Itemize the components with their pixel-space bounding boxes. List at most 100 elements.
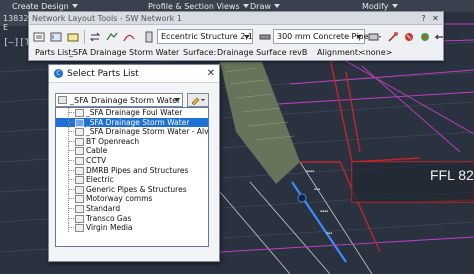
parts-list-icon <box>75 128 84 137</box>
parts-list-option-label: _SFA Drainage Storm Water <box>86 117 190 127</box>
pipe-dropdown-value: 300 mm Concrete Pipe <box>277 32 369 41</box>
parts-list-option[interactable]: Motorway comms <box>56 194 208 204</box>
parts-list-option[interactable]: Generic Pipes & Structures <box>56 184 208 195</box>
select-parts-list-icon[interactable] <box>65 29 81 45</box>
dialog-close-button[interactable]: ✕ <box>207 68 215 79</box>
parts-list-option-label: _SFA Drainage Foul Water <box>86 108 183 117</box>
ribbon-tab-modify[interactable]: Modify <box>362 2 398 11</box>
surface-value[interactable]: Drainage Surface revB <box>217 48 307 57</box>
structure-dropdown-value: Eccentric Structure 2,1 <box>161 32 253 41</box>
tree-connector <box>68 198 74 200</box>
parts-list-option-label: _SFA Drainage Storm Water - Alvaro <box>86 127 209 137</box>
parts-list-icon <box>75 224 84 233</box>
ribbon-tab-label: Draw <box>250 1 271 11</box>
network-properties-icon[interactable] <box>31 29 47 45</box>
parts-list-option[interactable]: Virgin Media <box>56 223 208 233</box>
parts-list-option-label: BT Openreach <box>86 136 140 146</box>
parts-list-icon <box>58 96 67 104</box>
chevron-down-icon <box>242 4 249 8</box>
pipe-icon[interactable] <box>257 29 273 45</box>
tree-connector <box>68 169 74 171</box>
tree-connector <box>68 140 74 142</box>
network-layout-toolbar: Network Layout Tools - SW Network 1 ? ✕ … <box>28 11 444 61</box>
parts-list-value[interactable]: _SFA Drainage Storm Water <box>69 48 179 57</box>
ribbon-tab-profile-section-views[interactable]: Profile & Section Views <box>148 2 249 11</box>
parts-list-option[interactable]: BT Openreach <box>56 136 208 147</box>
parts-list-option-label: Generic Pipes & Structures <box>86 184 187 194</box>
surface-label: Surface: <box>183 48 217 57</box>
help-button[interactable]: ? <box>418 13 429 24</box>
toolbar-icon-row <box>31 28 158 46</box>
chevron-down-icon <box>273 4 280 8</box>
parts-list-icon <box>75 185 84 194</box>
parts-list-option-label: Transco Gas <box>86 213 132 223</box>
tree-connector <box>68 112 74 113</box>
parts-list-option-label: DMRB Pipes and Structures <box>86 165 189 175</box>
parts-list-icon <box>75 137 84 146</box>
tree-connector <box>68 159 74 161</box>
tree-connector <box>68 188 74 190</box>
tree-connector <box>68 131 74 133</box>
ribbon-tab-label: Create Design <box>12 1 69 11</box>
separator <box>84 30 85 44</box>
chevron-down-icon <box>71 4 78 8</box>
tree-connector <box>68 207 74 209</box>
edit-parts-list-button[interactable] <box>187 93 209 107</box>
parts-list-option[interactable]: _SFA Drainage Storm Water <box>56 117 208 128</box>
alignment-value[interactable]: <none> <box>359 48 392 57</box>
undo-icon[interactable] <box>431 29 447 45</box>
ribbon-tab-draw[interactable]: Draw <box>250 2 280 11</box>
parts-list-option-label: Virgin Media <box>86 223 133 233</box>
parts-list-option[interactable]: DMRB Pipes and Structures <box>56 165 208 176</box>
parts-list-icon <box>75 156 84 165</box>
edit-parts-list-icon <box>191 97 205 105</box>
parts-list-option-label: Cable <box>86 146 108 156</box>
chevron-down-icon <box>391 4 398 8</box>
toolbar-title: Network Layout Tools - SW Network 1 <box>32 13 182 23</box>
parts-list-icon <box>75 147 84 156</box>
ribbon-tab-create-design[interactable]: Create Design <box>12 2 78 11</box>
structure-icon[interactable] <box>141 29 157 45</box>
ribbon-tab-label: Modify <box>362 1 389 11</box>
parts-list-combobox[interactable]: _SFA Drainage Storm Water <box>55 93 183 107</box>
structure-dropdown[interactable]: Eccentric Structure 2,1 <box>157 29 253 44</box>
parts-list-option-label: Electric <box>86 175 114 185</box>
parts-list-option[interactable]: Standard <box>56 203 208 214</box>
parts-list-option[interactable]: _SFA Drainage Foul Water <box>56 108 208 118</box>
plot-ffl-label: FFL 82 <box>430 167 474 183</box>
parts-list-option-label: Standard <box>86 203 121 213</box>
parts-list-dropdown[interactable]: _SFA Drainage Foul Water _SFA Drainage St… <box>55 107 209 247</box>
close-button[interactable]: ✕ <box>430 13 441 24</box>
parts-list-option[interactable]: Electric <box>56 175 208 185</box>
delete-object-icon[interactable] <box>401 29 417 45</box>
select-surface-icon[interactable] <box>104 29 120 45</box>
svg-text:▪▪▪▪: ▪▪▪▪ <box>320 209 328 213</box>
civil3d-app-icon: C <box>54 69 63 78</box>
tree-connector <box>68 217 74 219</box>
chevron-down-icon <box>244 35 250 39</box>
parts-list-option[interactable]: Transco Gas <box>56 213 208 224</box>
parts-list-option[interactable]: Cable <box>56 146 208 156</box>
pipe-dropdown[interactable]: 300 mm Concrete Pipe <box>273 29 369 44</box>
add-fitting-icon[interactable] <box>385 29 401 45</box>
parts-list-option[interactable]: CCTV <box>56 155 208 166</box>
parts-list-combobox-value: _SFA Drainage Storm Water <box>70 95 181 105</box>
tree-connector <box>68 227 74 229</box>
tree-connector <box>68 150 74 152</box>
toolbar-title-bar[interactable]: Network Layout Tools - SW Network 1 ? ✕ <box>29 12 443 25</box>
draw-mode-icon[interactable] <box>367 29 383 45</box>
dialog-title-bar[interactable]: C Select Parts List <box>49 65 219 83</box>
parts-list-icon <box>75 214 84 223</box>
parts-list-option-label: Motorway comms <box>86 194 153 204</box>
swap-part-icon[interactable] <box>87 29 103 45</box>
tree-connector <box>68 121 74 123</box>
parts-list-icon <box>75 118 84 127</box>
pipe-network-vistas-icon[interactable] <box>48 29 64 45</box>
parts-list-icon <box>75 195 84 204</box>
svg-text:▪▪▪: ▪▪▪ <box>326 231 332 235</box>
select-alignment-icon[interactable] <box>121 29 137 45</box>
select-parts-list-dialog: C Select Parts List ✕ _SFA Drainage Stor… <box>48 64 220 262</box>
parts-list-icon <box>75 176 84 185</box>
svg-text:▪▪▪▪: ▪▪▪▪ <box>306 169 314 173</box>
parts-list-option[interactable]: _SFA Drainage Storm Water - Alvaro <box>56 127 208 137</box>
